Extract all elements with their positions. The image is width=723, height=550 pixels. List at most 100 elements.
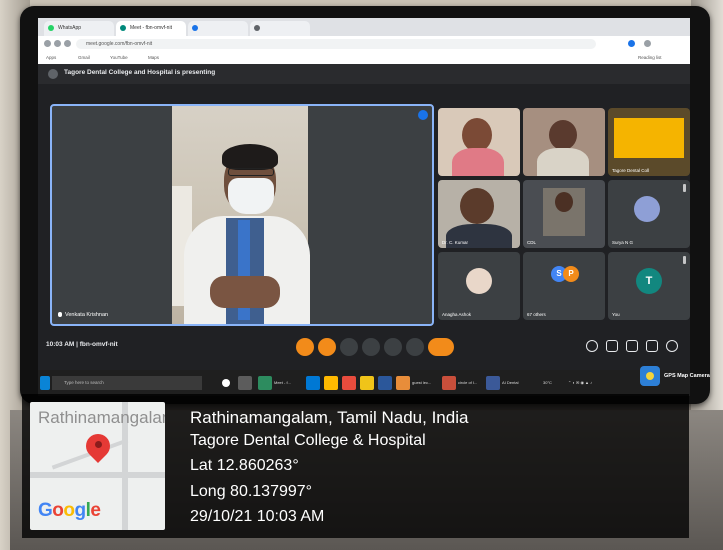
participant-avatar xyxy=(466,268,492,294)
present-button[interactable] xyxy=(384,338,402,356)
gps-stamp-overlay: Rathinamangalam Google Rathinamangalam, … xyxy=(22,394,689,538)
stamp-longitude: Long 80.137997° xyxy=(190,483,313,500)
browser-tab[interactable] xyxy=(188,21,248,36)
meeting-time: 10:03 AM xyxy=(46,341,75,348)
meet-app-icon[interactable] xyxy=(258,376,272,390)
gps-dot-icon xyxy=(646,372,654,380)
participant-name: Dr. C. Kumar xyxy=(442,240,469,245)
bookmark-maps[interactable]: Maps xyxy=(148,55,159,60)
speaking-indicator-icon xyxy=(418,110,428,120)
taskbar-app-label[interactable]: circle of I... xyxy=(458,380,477,385)
forward-icon[interactable] xyxy=(54,40,61,47)
speaker-name-text: Venkata Krishnan xyxy=(65,312,109,318)
word-icon[interactable] xyxy=(378,376,392,390)
folder-icon[interactable] xyxy=(324,376,338,390)
back-icon[interactable] xyxy=(44,40,51,47)
profile-icon[interactable] xyxy=(628,40,635,47)
browser-tab[interactable]: WhatsApp xyxy=(44,21,114,36)
bookmark-apps[interactable]: Apps xyxy=(46,55,56,60)
presenting-text: Tagore Dental College and Hospital is pr… xyxy=(64,69,216,76)
info-icon[interactable] xyxy=(586,340,598,352)
chrome-window-icon[interactable] xyxy=(442,376,456,390)
taskbar-app-label[interactable]: Meet - f... xyxy=(274,380,291,385)
glasses xyxy=(228,168,274,176)
taskbar-search[interactable]: Type here to search xyxy=(52,376,202,390)
participant-name: CDL xyxy=(527,240,537,245)
participant-tile-presentation[interactable]: Tagore Dental Coll xyxy=(608,108,690,176)
participant-clothing xyxy=(452,148,504,176)
captions-button[interactable] xyxy=(340,338,358,356)
presenting-banner: Tagore Dental College and Hospital is pr… xyxy=(38,64,690,84)
participant-name: 67 others xyxy=(527,312,546,317)
presentation-thumbnail xyxy=(614,118,684,158)
people-icon[interactable] xyxy=(606,340,618,352)
mic-button[interactable] xyxy=(296,338,314,356)
meet-icon xyxy=(120,25,126,31)
participant-tile-others[interactable]: S P 67 others xyxy=(523,252,605,320)
participant-face xyxy=(460,188,494,224)
chat-icon[interactable] xyxy=(626,340,638,352)
cortana-icon[interactable] xyxy=(222,379,230,387)
address-bar[interactable]: meet.google.com/fbn-omvf-nit xyxy=(76,39,596,49)
participant-name: Surya N G xyxy=(612,240,634,245)
bookmark-reading-list[interactable]: Reading list xyxy=(638,55,662,60)
browser-tab[interactable] xyxy=(250,21,310,36)
more-options-icon[interactable] xyxy=(683,256,686,264)
menu-icon[interactable] xyxy=(644,40,651,47)
gps-app-label: GPS Map Camera xyxy=(664,373,710,379)
windows-start-icon[interactable] xyxy=(40,376,50,390)
taskbar-app-label[interactable]: AI Dental xyxy=(502,380,518,385)
participant-tile[interactable]: Anagha Ashok xyxy=(438,252,520,320)
chrome-window-icon[interactable] xyxy=(396,376,410,390)
google-logo: Google xyxy=(38,500,101,521)
participant-tile[interactable] xyxy=(523,108,605,176)
taskbar-app-label[interactable]: guest lec... xyxy=(412,380,431,385)
whatsapp-icon xyxy=(48,25,54,31)
map-town-label: Rathinamangalam xyxy=(38,408,165,427)
participant-tile[interactable]: CDL xyxy=(523,180,605,248)
bookmark-youtube[interactable]: YouTube xyxy=(110,55,128,60)
tab-label: Meet - fbn-omvf-nit xyxy=(130,25,172,31)
more-options-button[interactable] xyxy=(406,338,424,356)
reload-icon[interactable] xyxy=(64,40,71,47)
participant-name: Tagore Dental Coll xyxy=(612,168,650,173)
task-view-icon[interactable] xyxy=(238,376,252,390)
meeting-code: fbn-omvf-nit xyxy=(79,341,118,348)
leave-call-button[interactable] xyxy=(428,338,454,356)
main-speaker-name: Venkata Krishnan xyxy=(58,312,108,318)
more-options-icon[interactable] xyxy=(683,184,686,192)
self-avatar: T xyxy=(636,268,662,294)
participant-tile[interactable]: Dr. C. Kumar xyxy=(438,180,520,248)
activities-icon[interactable] xyxy=(646,340,658,352)
participant-tile[interactable] xyxy=(438,108,520,176)
vlc-icon[interactable] xyxy=(360,376,374,390)
participant-avatar: P xyxy=(563,266,579,282)
explorer-icon[interactable] xyxy=(306,376,320,390)
windows-taskbar: Type here to search Meet - f... guest le… xyxy=(38,370,690,396)
page-icon xyxy=(254,25,260,31)
chrome-icon[interactable] xyxy=(342,376,356,390)
gps-map-camera-icon xyxy=(640,366,660,386)
map-road xyxy=(30,472,165,478)
location-map: Rathinamangalam Google xyxy=(30,402,165,530)
stamp-latitude: Lat 12.860263° xyxy=(190,457,299,474)
stamp-place: Tagore Dental College & Hospital xyxy=(190,432,426,449)
participant-tile-self[interactable]: T You xyxy=(608,252,690,320)
stamp-datetime: 29/10/21 10:03 AM xyxy=(190,508,325,525)
system-tray-icons[interactable]: ⌃ ◐ ✉ ◉ ▲ ♪ xyxy=(568,380,592,385)
speaker-hand xyxy=(210,276,280,308)
participant-face xyxy=(555,192,573,212)
main-speaker-tile[interactable]: Venkata Krishnan xyxy=(50,104,434,326)
camera-button[interactable] xyxy=(318,338,336,356)
weather-widget[interactable]: 30°C xyxy=(543,380,552,385)
raise-hand-button[interactable] xyxy=(362,338,380,356)
speaker-hair xyxy=(222,144,278,170)
meet-controls-bar: 10:03 AM | fbn-omvf-nit xyxy=(38,328,690,368)
bookmark-gmail[interactable]: Gmail xyxy=(78,55,90,60)
participant-clothing xyxy=(537,148,589,176)
participant-tile[interactable]: Surya N G xyxy=(608,180,690,248)
host-controls-icon[interactable] xyxy=(666,340,678,352)
location-pin-center xyxy=(95,441,102,448)
dental-app-icon[interactable] xyxy=(486,376,500,390)
browser-tab-active[interactable]: Meet - fbn-omvf-nit xyxy=(116,21,186,36)
